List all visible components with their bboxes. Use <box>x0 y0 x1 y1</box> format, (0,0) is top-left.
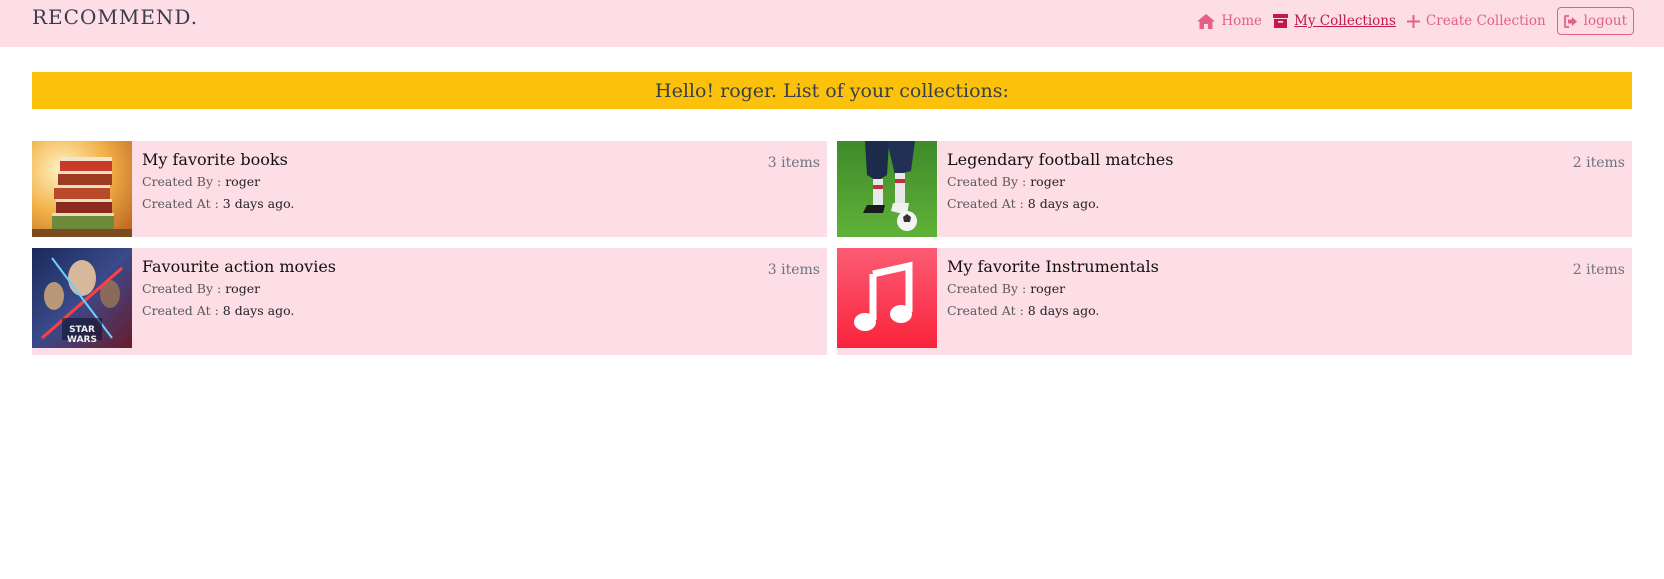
nav-my-collections[interactable]: My Collections <box>1273 13 1396 29</box>
created-at-value: 8 days ago. <box>1027 196 1100 211</box>
created-at-value: 8 days ago. <box>1027 303 1100 318</box>
created-by-label: Created By : <box>142 174 222 189</box>
item-count: 3 items <box>767 155 820 171</box>
logout-button[interactable]: logout <box>1556 7 1634 35</box>
svg-text:STAR: STAR <box>69 325 95 335</box>
created-by-row: Created By : roger <box>947 281 1159 296</box>
books-image <box>32 141 132 237</box>
collection-card[interactable]: My favorite books Created By : roger Cre… <box>32 141 827 237</box>
created-by-label: Created By : <box>142 281 222 296</box>
nav-home-label: Home <box>1221 13 1263 29</box>
nav-create-collection[interactable]: Create Collection <box>1406 13 1546 29</box>
nav-my-collections-label: My Collections <box>1294 13 1396 29</box>
created-at-row: Created At : 3 days ago. <box>142 196 294 211</box>
created-by-value: roger <box>225 281 261 296</box>
item-count: 2 items <box>1572 262 1625 278</box>
greeting-banner: Hello! roger. List of your collections: <box>32 72 1632 109</box>
collection-title[interactable]: Favourite action movies <box>142 257 336 276</box>
created-at-label: Created At : <box>142 303 219 318</box>
created-at-label: Created At : <box>142 196 219 211</box>
created-by-row: Created By : roger <box>142 281 336 296</box>
top-navbar: RECOMMEND. Home My Collections Create Co… <box>0 0 1664 47</box>
home-icon <box>1197 13 1216 29</box>
plus-icon <box>1406 14 1420 28</box>
collection-title[interactable]: Legendary football matches <box>947 150 1173 169</box>
brand-logo[interactable]: RECOMMEND. <box>32 5 198 29</box>
logout-label: logout <box>1583 13 1627 29</box>
archive-box-icon <box>1273 14 1289 28</box>
created-at-label: Created At : <box>947 196 1024 211</box>
created-at-value: 3 days ago. <box>222 196 295 211</box>
created-at-row: Created At : 8 days ago. <box>947 303 1159 318</box>
created-by-value: roger <box>225 174 261 189</box>
created-at-row: Created At : 8 days ago. <box>142 303 336 318</box>
collection-card[interactable]: Legendary football matches Created By : … <box>837 141 1632 237</box>
created-by-value: roger <box>1030 281 1066 296</box>
music-note-icon <box>837 248 937 348</box>
football-image <box>837 141 937 237</box>
created-by-row: Created By : roger <box>142 174 294 189</box>
created-by-value: roger <box>1030 174 1066 189</box>
collection-title[interactable]: My favorite books <box>142 150 294 169</box>
nav-home[interactable]: Home <box>1197 13 1262 29</box>
sign-out-icon <box>1563 14 1577 28</box>
item-count: 3 items <box>767 262 820 278</box>
collection-card[interactable]: My favorite Instrumentals Created By : r… <box>837 248 1632 355</box>
nav-menu: Home My Collections Create Collection lo… <box>1186 7 1634 35</box>
collections-grid: My favorite books Created By : roger Cre… <box>32 141 1632 355</box>
created-at-row: Created At : 8 days ago. <box>947 196 1173 211</box>
created-by-label: Created By : <box>947 281 1027 296</box>
item-count: 2 items <box>1572 155 1625 171</box>
svg-text:WARS: WARS <box>67 335 97 345</box>
collection-title[interactable]: My favorite Instrumentals <box>947 257 1159 276</box>
created-by-row: Created By : roger <box>947 174 1173 189</box>
collection-card[interactable]: STAR WARS Favourite action movies Create… <box>32 248 827 355</box>
created-by-label: Created By : <box>947 174 1027 189</box>
created-at-label: Created At : <box>947 303 1024 318</box>
star-wars-poster: STAR WARS <box>32 248 132 348</box>
nav-create-collection-label: Create Collection <box>1425 13 1546 29</box>
created-at-value: 8 days ago. <box>222 303 295 318</box>
